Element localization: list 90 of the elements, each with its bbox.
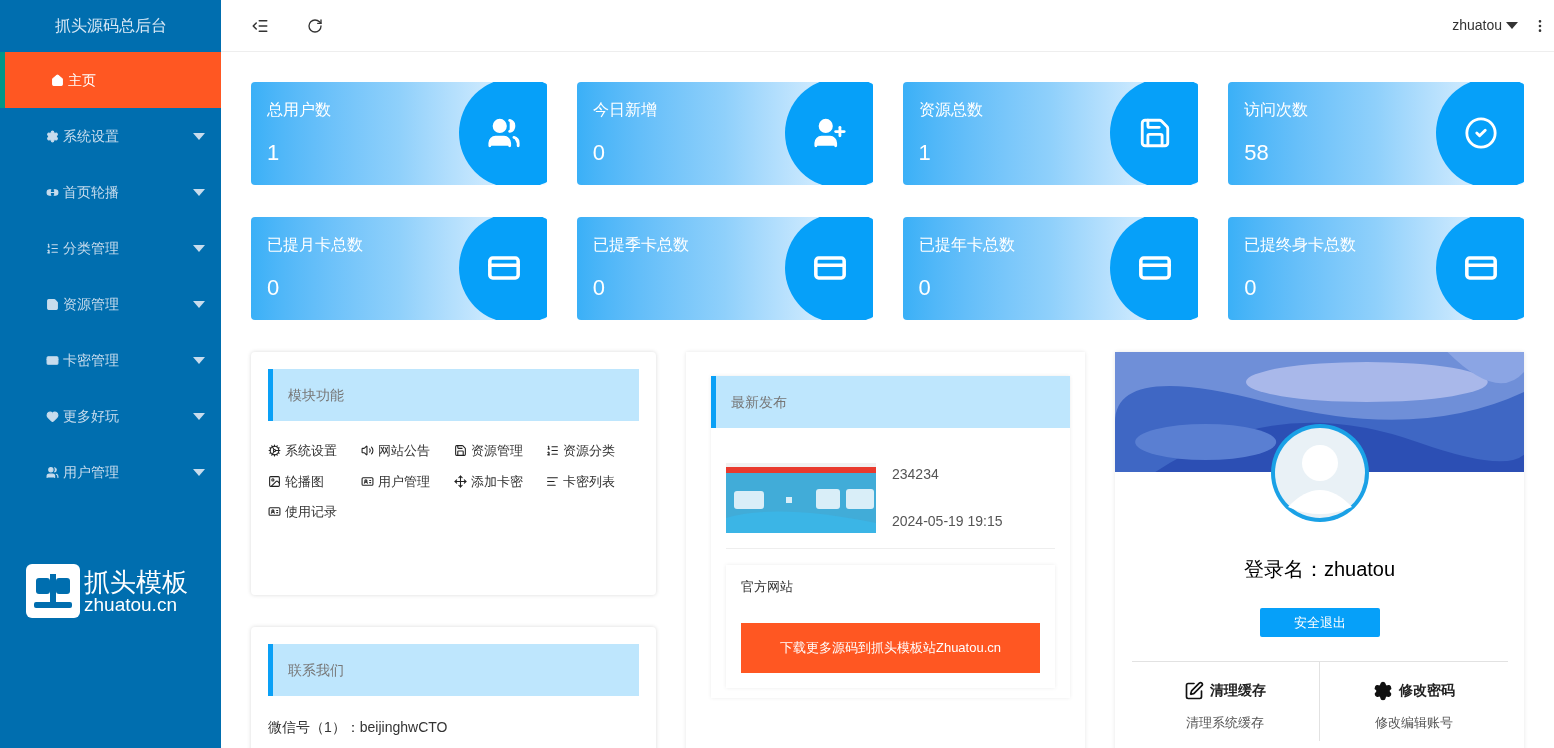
profile-action[interactable]: 清理缓存 清理系统缓存	[1131, 662, 1319, 741]
stat-label: 今日新增	[592, 100, 658, 120]
caret-icon	[193, 468, 205, 476]
refresh-icon[interactable]	[307, 17, 323, 34]
logo-name: 抓头模板	[84, 568, 188, 595]
list-icon	[546, 474, 560, 488]
profile-action[interactable]: 修改密码 修改编辑账号	[1319, 662, 1508, 741]
module-link[interactable]: 卡密列表	[546, 471, 616, 491]
caret-icon	[193, 188, 205, 196]
stat-label: 已提年卡总数	[918, 235, 1016, 255]
list-icon	[546, 444, 560, 458]
post-time: 2024-05-19 19:15	[892, 512, 1003, 531]
sidebar-label: 更多好玩	[63, 406, 119, 426]
stat-value: 0	[1244, 274, 1258, 302]
contact-line: 微信号（1）：beijinghwCTO	[268, 718, 449, 737]
stat-label: 已提终身卡总数	[1244, 235, 1358, 255]
stat-label: 访问次数	[1244, 100, 1310, 120]
sidebar-label: 首页轮播	[63, 182, 119, 202]
stat-label: 总用户数	[267, 100, 332, 120]
home-icon	[51, 73, 64, 87]
module-link[interactable]: 资源管理	[453, 441, 523, 461]
sidebar-label: 资源管理	[63, 294, 119, 314]
stat-value: 1	[918, 139, 932, 167]
settings-icon	[1372, 680, 1393, 701]
module-link[interactable]: 添加卡密	[453, 471, 523, 491]
stat-label: 已提月卡总数	[267, 235, 364, 255]
module-link[interactable]: 使用记录	[268, 502, 337, 522]
sidebar-item[interactable]: 用户管理	[0, 444, 221, 500]
stat-label: 已提季卡总数	[592, 235, 690, 255]
caret-icon	[193, 356, 205, 364]
panel-title: 最新发布	[711, 376, 1070, 428]
login-name: 登录名：zhuatou	[1243, 557, 1396, 582]
check-circle-icon	[1464, 116, 1498, 150]
save-icon	[46, 297, 59, 311]
users-icon	[46, 465, 59, 479]
sidebar-item[interactable]: 首页轮播	[0, 164, 221, 220]
action-desc: 清理系统缓存	[1186, 714, 1265, 732]
stat-value: 0	[267, 274, 281, 302]
post-item[interactable]: 234234 2024-05-19 19:15	[726, 428, 1055, 549]
module-link[interactable]: 网站公告	[360, 441, 430, 461]
action-title: 清理缓存	[1210, 681, 1267, 700]
module-link[interactable]: 用户管理	[360, 471, 430, 491]
caret-icon	[193, 244, 205, 252]
list-icon	[46, 241, 59, 255]
sidebar-item[interactable]: 资源管理	[0, 276, 221, 332]
card-icon	[46, 353, 59, 367]
heart-icon	[46, 409, 59, 423]
action-desc: 修改编辑账号	[1374, 714, 1453, 732]
settings-icon	[46, 129, 59, 143]
sidebar-item[interactable]: 系统设置	[0, 108, 221, 164]
logo-domain: zhuatou.cn	[84, 594, 177, 614]
sidebar-label: 用户管理	[63, 462, 119, 482]
sidebar-item[interactable]: 卡密管理	[0, 332, 221, 388]
module-link[interactable]: 资源分类	[546, 441, 616, 461]
user-menu[interactable]: zhuatou	[1452, 15, 1518, 36]
logo-icon	[26, 564, 80, 618]
save-icon	[453, 444, 467, 458]
stat-label: 资源总数	[918, 100, 984, 120]
module-link[interactable]: 轮播图	[268, 471, 324, 491]
sidebar-item[interactable]: 更多好玩	[0, 388, 221, 444]
caret-icon	[193, 132, 205, 140]
panel-title: 模块功能	[268, 369, 639, 421]
post-title: 234234	[892, 465, 940, 484]
sidebar-item[interactable]: 分类管理	[0, 220, 221, 276]
caret-icon	[1506, 22, 1518, 29]
stat-value: 0	[918, 274, 932, 302]
sidebar-title: 抓头源码总后台	[53, 16, 168, 36]
action-title: 修改密码	[1398, 681, 1455, 700]
stat-value: 1	[267, 139, 281, 167]
module-link[interactable]: 系统设置	[268, 441, 337, 461]
sidebar-label: 卡密管理	[63, 350, 119, 370]
move-icon	[453, 474, 467, 488]
stat-value: 0	[592, 139, 606, 167]
sidebar-label: 分类管理	[63, 238, 119, 258]
caret-icon	[193, 300, 205, 308]
image-icon	[268, 474, 281, 488]
caret-icon	[193, 412, 205, 420]
sidebar-label: 系统设置	[63, 126, 119, 146]
speaker-icon	[360, 444, 374, 458]
stat-value: 58	[1244, 139, 1270, 167]
stat-value: 0	[592, 274, 606, 302]
id-card-icon	[360, 474, 374, 488]
add-user-icon	[812, 116, 847, 150]
edit-icon	[1184, 680, 1205, 701]
sidebar-label: 主页	[68, 70, 96, 90]
users-icon	[486, 116, 521, 150]
id-card-icon	[268, 505, 281, 519]
gears-icon	[268, 444, 281, 458]
panel-title: 联系我们	[268, 644, 639, 696]
site-title: 官方网站	[741, 578, 794, 596]
